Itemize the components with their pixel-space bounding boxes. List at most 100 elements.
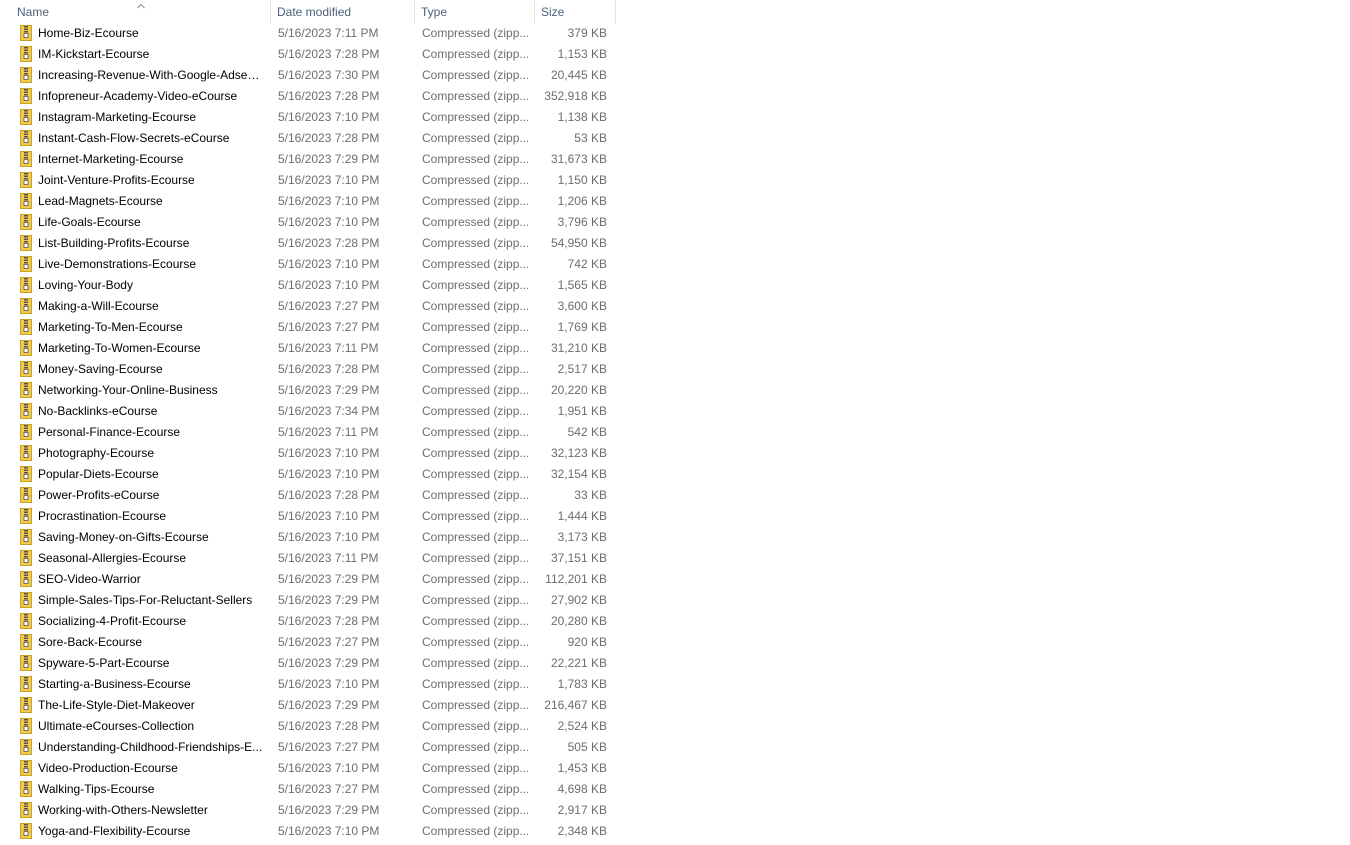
file-type: Compressed (zipp... — [422, 698, 528, 712]
file-row[interactable]: No-Backlinks-eCourse 5/16/2023 7:34 PM Com… — [0, 401, 616, 422]
file-row[interactable]: Photography-Ecourse 5/16/2023 7:10 PM Comp… — [0, 443, 616, 464]
file-name: Marketing-To-Women-Ecourse — [38, 341, 201, 355]
file-date-modified: 5/16/2023 7:29 PM — [278, 803, 380, 817]
column-header-type[interactable]: Type — [415, 0, 535, 24]
file-row[interactable]: Marketing-To-Women-Ecourse 5/16/2023 7:11… — [0, 338, 616, 359]
file-row[interactable]: Increasing-Revenue-With-Google-Adsense 5/… — [0, 65, 616, 86]
zip-folder-icon — [20, 44, 34, 65]
file-name: Working-with-Others-Newsletter — [38, 803, 208, 817]
file-row[interactable]: Marketing-To-Men-Ecourse 5/16/2023 7:27 P… — [0, 317, 616, 338]
zip-folder-icon — [20, 464, 34, 485]
file-row[interactable]: Personal-Finance-Ecourse 5/16/2023 7:11 P… — [0, 422, 616, 443]
file-date-modified: 5/16/2023 7:11 PM — [278, 551, 379, 565]
file-date-modified: 5/16/2023 7:28 PM — [278, 131, 380, 145]
file-type: Compressed (zipp... — [422, 194, 528, 208]
file-size: 37,151 KB — [550, 551, 607, 565]
file-date-modified: 5/16/2023 7:28 PM — [278, 362, 380, 376]
file-row[interactable]: SEO-Video-Warrior 5/16/2023 7:29 PM Compre… — [0, 569, 616, 590]
file-row[interactable]: The-Life-Style-Diet-Makeover 5/16/2023 7:… — [0, 695, 616, 716]
zip-folder-icon — [20, 779, 34, 800]
file-size: 4,698 KB — [557, 782, 607, 796]
file-size: 379 KB — [567, 26, 607, 40]
file-row[interactable]: Internet-Marketing-Ecourse 5/16/2023 7:29… — [0, 149, 616, 170]
file-size: 33 KB — [574, 488, 607, 502]
file-row[interactable]: Joint-Venture-Profits-Ecourse 5/16/2023 7… — [0, 170, 616, 191]
file-row[interactable]: Infopreneur-Academy-Video-eCourse 5/16/20… — [0, 86, 616, 107]
column-header-date-modified[interactable]: Date modified — [271, 0, 415, 24]
file-date-modified: 5/16/2023 7:28 PM — [278, 89, 380, 103]
file-row[interactable]: Live-Demonstrations-Ecourse 5/16/2023 7:1… — [0, 254, 616, 275]
file-date-modified: 5/16/2023 7:27 PM — [278, 320, 380, 334]
file-name: Simple-Sales-Tips-For-Reluctant-Sellers — [38, 593, 253, 607]
file-row[interactable]: Instant-Cash-Flow-Secrets-eCourse 5/16/20… — [0, 128, 616, 149]
column-header-size[interactable]: Size — [535, 0, 616, 24]
file-date-modified: 5/16/2023 7:29 PM — [278, 152, 380, 166]
file-size: 20,280 KB — [550, 614, 607, 628]
file-size: 216,467 KB — [544, 698, 607, 712]
file-type: Compressed (zipp... — [422, 320, 528, 334]
file-row[interactable]: Saving-Money-on-Gifts-Ecourse 5/16/2023 7… — [0, 527, 616, 548]
zip-folder-icon — [20, 506, 34, 527]
file-date-modified: 5/16/2023 7:10 PM — [278, 761, 380, 775]
file-size: 1,951 KB — [557, 404, 607, 418]
file-type: Compressed (zipp... — [422, 47, 528, 61]
file-row[interactable]: Understanding-Childhood-Friendships-E...… — [0, 737, 616, 758]
file-row[interactable]: Lead-Magnets-Ecourse 5/16/2023 7:10 PM Com… — [0, 191, 616, 212]
file-row[interactable]: Money-Saving-Ecourse 5/16/2023 7:28 PM Com… — [0, 359, 616, 380]
file-row[interactable]: List-Building-Profits-Ecourse 5/16/2023 7… — [0, 233, 616, 254]
file-name: Increasing-Revenue-With-Google-Adsense — [38, 68, 266, 82]
file-date-modified: 5/16/2023 7:27 PM — [278, 299, 380, 313]
file-row[interactable]: Walking-Tips-Ecourse 5/16/2023 7:27 PM Com… — [0, 779, 616, 800]
file-date-modified: 5/16/2023 7:29 PM — [278, 698, 380, 712]
file-size: 53 KB — [574, 131, 607, 145]
file-row[interactable]: Video-Production-Ecourse 5/16/2023 7:10 P… — [0, 758, 616, 779]
file-row[interactable]: Sore-Back-Ecourse 5/16/2023 7:27 PM Compre… — [0, 632, 616, 653]
file-row[interactable]: IM-Kickstart-Ecourse 5/16/2023 7:28 PM Com… — [0, 44, 616, 65]
zip-folder-icon — [20, 359, 34, 380]
file-row[interactable]: Ultimate-eCourses-Collection 5/16/2023 7:… — [0, 716, 616, 737]
file-size: 1,153 KB — [557, 47, 607, 61]
zip-folder-icon — [20, 65, 34, 86]
file-type: Compressed (zipp... — [422, 509, 528, 523]
file-size: 2,917 KB — [557, 803, 607, 817]
file-row[interactable]: Loving-Your-Body 5/16/2023 7:10 PM Compres… — [0, 275, 616, 296]
file-row[interactable]: Working-with-Others-Newsletter 5/16/2023 … — [0, 800, 616, 821]
column-header-name[interactable]: Name — [11, 0, 271, 24]
file-row[interactable]: Starting-a-Business-Ecourse 5/16/2023 7:1… — [0, 674, 616, 695]
file-row[interactable]: Yoga-and-Flexibility-Ecourse 5/16/2023 7:… — [0, 821, 616, 842]
file-name: Photography-Ecourse — [38, 446, 155, 460]
file-name: Yoga-and-Flexibility-Ecourse — [38, 824, 191, 838]
file-date-modified: 5/16/2023 7:10 PM — [278, 173, 380, 187]
file-row[interactable]: Power-Profits-eCourse 5/16/2023 7:28 PM Co… — [0, 485, 616, 506]
zip-folder-icon — [20, 23, 34, 44]
file-row[interactable]: Making-a-Will-Ecourse 5/16/2023 7:27 PM Co… — [0, 296, 616, 317]
file-name: The-Life-Style-Diet-Makeover — [38, 698, 195, 712]
zip-folder-icon — [20, 254, 34, 275]
file-date-modified: 5/16/2023 7:10 PM — [278, 530, 380, 544]
file-size: 31,673 KB — [550, 152, 607, 166]
file-row[interactable]: Home-Biz-Ecourse 5/16/2023 7:11 PM Compres… — [0, 23, 616, 44]
file-date-modified: 5/16/2023 7:10 PM — [278, 509, 380, 523]
file-size: 3,796 KB — [557, 215, 607, 229]
file-size: 1,783 KB — [557, 677, 607, 691]
file-row[interactable]: Networking-Your-Online-Business 5/16/2023… — [0, 380, 616, 401]
file-row[interactable]: Spyware-5-Part-Ecourse 5/16/2023 7:29 PM C… — [0, 653, 616, 674]
file-row[interactable]: Popular-Diets-Ecourse 5/16/2023 7:10 PM Co… — [0, 464, 616, 485]
file-row[interactable]: Simple-Sales-Tips-For-Reluctant-Sellers 5… — [0, 590, 616, 611]
file-row[interactable]: Seasonal-Allergies-Ecourse 5/16/2023 7:11… — [0, 548, 616, 569]
zip-folder-icon — [20, 86, 34, 107]
file-type: Compressed (zipp... — [422, 89, 528, 103]
file-type: Compressed (zipp... — [422, 761, 528, 775]
file-row[interactable]: Socializing-4-Profit-Ecourse 5/16/2023 7:… — [0, 611, 616, 632]
file-name: Personal-Finance-Ecourse — [38, 425, 181, 439]
zip-folder-icon — [20, 149, 34, 170]
file-row[interactable]: Life-Goals-Ecourse 5/16/2023 7:10 PM Compr… — [0, 212, 616, 233]
file-type: Compressed (zipp... — [422, 173, 528, 187]
file-date-modified: 5/16/2023 7:10 PM — [278, 194, 380, 208]
file-name: Popular-Diets-Ecourse — [38, 467, 159, 481]
file-date-modified: 5/16/2023 7:10 PM — [278, 110, 380, 124]
file-row[interactable]: Procrastination-Ecourse 5/16/2023 7:10 PM… — [0, 506, 616, 527]
file-row[interactable]: Instagram-Marketing-Ecourse 5/16/2023 7:1… — [0, 107, 616, 128]
file-size: 20,220 KB — [550, 383, 607, 397]
file-name: Saving-Money-on-Gifts-Ecourse — [38, 530, 209, 544]
